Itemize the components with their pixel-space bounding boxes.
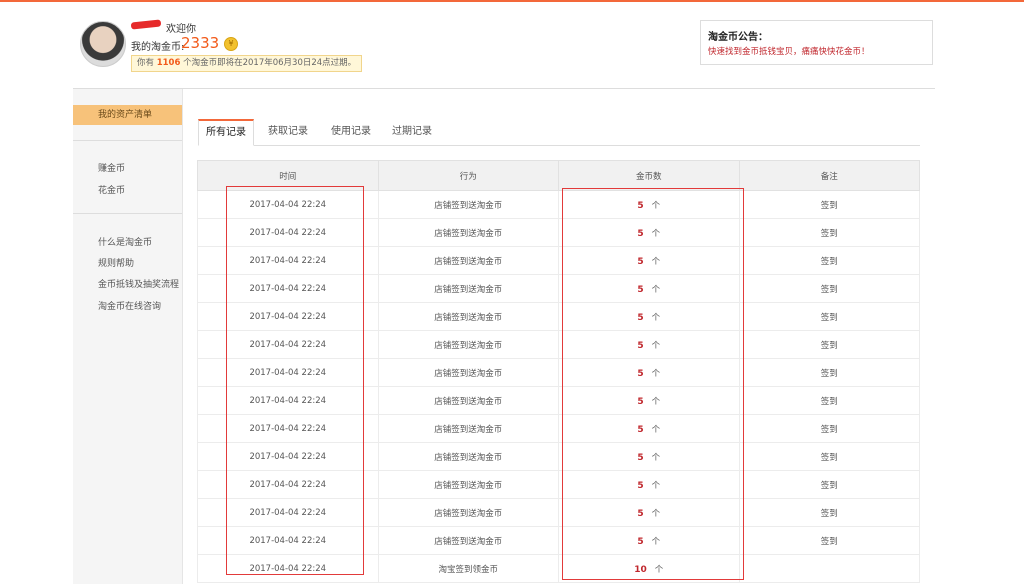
tab-all[interactable]: 所有记录 [198,119,254,146]
cell-action: 店铺签到送淘金币 [377,190,559,219]
cell-action: 店铺签到送淘金币 [377,526,559,555]
sidebar-item-rules[interactable]: 规则帮助 [98,256,134,269]
divider [73,88,935,89]
top-accent-bar [0,0,1024,2]
cell-action: 淘宝签到领金币 [377,554,559,583]
cell-note: 签到 [738,526,920,555]
welcome-text: 欢迎你 [166,24,196,35]
sidebar-item-consult[interactable]: 淘金币在线咨询 [98,299,161,312]
cell-note: 签到 [738,218,920,247]
sidebar-item-what-is[interactable]: 什么是淘金币 [98,235,152,248]
tab-earned[interactable]: 获取记录 [268,119,308,145]
tab-used[interactable]: 使用记录 [331,119,371,145]
cell-note: 签到 [738,442,920,471]
cell-note [738,554,920,583]
my-coin-label: 我的淘金币: [131,42,185,53]
cell-note: 签到 [738,190,920,219]
cell-note: 签到 [738,498,920,527]
cell-action: 店铺签到送淘金币 [377,414,559,443]
cell-action: 店铺签到送淘金币 [377,274,559,303]
cell-note: 签到 [738,414,920,443]
cell-note: 签到 [738,358,920,387]
coin-total: 2333 [181,34,220,52]
cell-action: 店铺签到送淘金币 [377,246,559,275]
announcement-title: 淘金币公告： [708,32,768,43]
cell-action: 店铺签到送淘金币 [377,358,559,387]
record-tabs: 所有记录 获取记录 使用记录 过期记录 [198,119,920,146]
cell-note: 签到 [738,330,920,359]
coin-icon: ¥ [224,37,238,51]
sidebar: 我的资产清单 赚金币 花金币 什么是淘金币 规则帮助 金币抵钱及抽奖流程 淘金币… [73,89,183,584]
sidebar-divider [73,140,182,141]
cell-action: 店铺签到送淘金币 [377,470,559,499]
cell-note: 签到 [738,302,920,331]
cell-note: 签到 [738,386,920,415]
cell-action: 店铺签到送淘金币 [377,302,559,331]
column-header-note: 备注 [738,160,920,191]
announcement-box: 淘金币公告： 快速找到金币抵钱宝贝，痛痛快快花金币！ [700,20,933,65]
cell-note: 签到 [738,274,920,303]
cell-action: 店铺签到送淘金币 [377,498,559,527]
redacted-username [130,19,162,30]
cell-action: 店铺签到送淘金币 [377,442,559,471]
highlight-box-time [226,186,364,575]
sidebar-item-process[interactable]: 金币抵钱及抽奖流程 [98,277,179,290]
column-header-amount: 金币数 [558,160,740,191]
sidebar-item-spend[interactable]: 花金币 [98,183,125,196]
cell-action: 店铺签到送淘金币 [377,218,559,247]
sidebar-item-assets[interactable]: 我的资产清单 [73,105,182,125]
sidebar-item-earn[interactable]: 赚金币 [98,161,125,174]
announcement-link[interactable]: 快速找到金币抵钱宝贝，痛痛快快花金币！ [708,45,925,57]
sidebar-divider [73,213,182,214]
tab-expired[interactable]: 过期记录 [392,119,432,145]
column-header-action: 行为 [377,160,559,191]
expire-count: 1106 [156,58,181,68]
cell-action: 店铺签到送淘金币 [377,386,559,415]
expire-notice: 你有 1106 个淘金币即将在2017年06月30日24点过期。 [131,55,363,72]
avatar[interactable] [80,21,126,67]
highlight-box-amount [562,188,744,580]
cell-note: 签到 [738,246,920,275]
cell-action: 店铺签到送淘金币 [377,330,559,359]
cell-note: 签到 [738,470,920,499]
